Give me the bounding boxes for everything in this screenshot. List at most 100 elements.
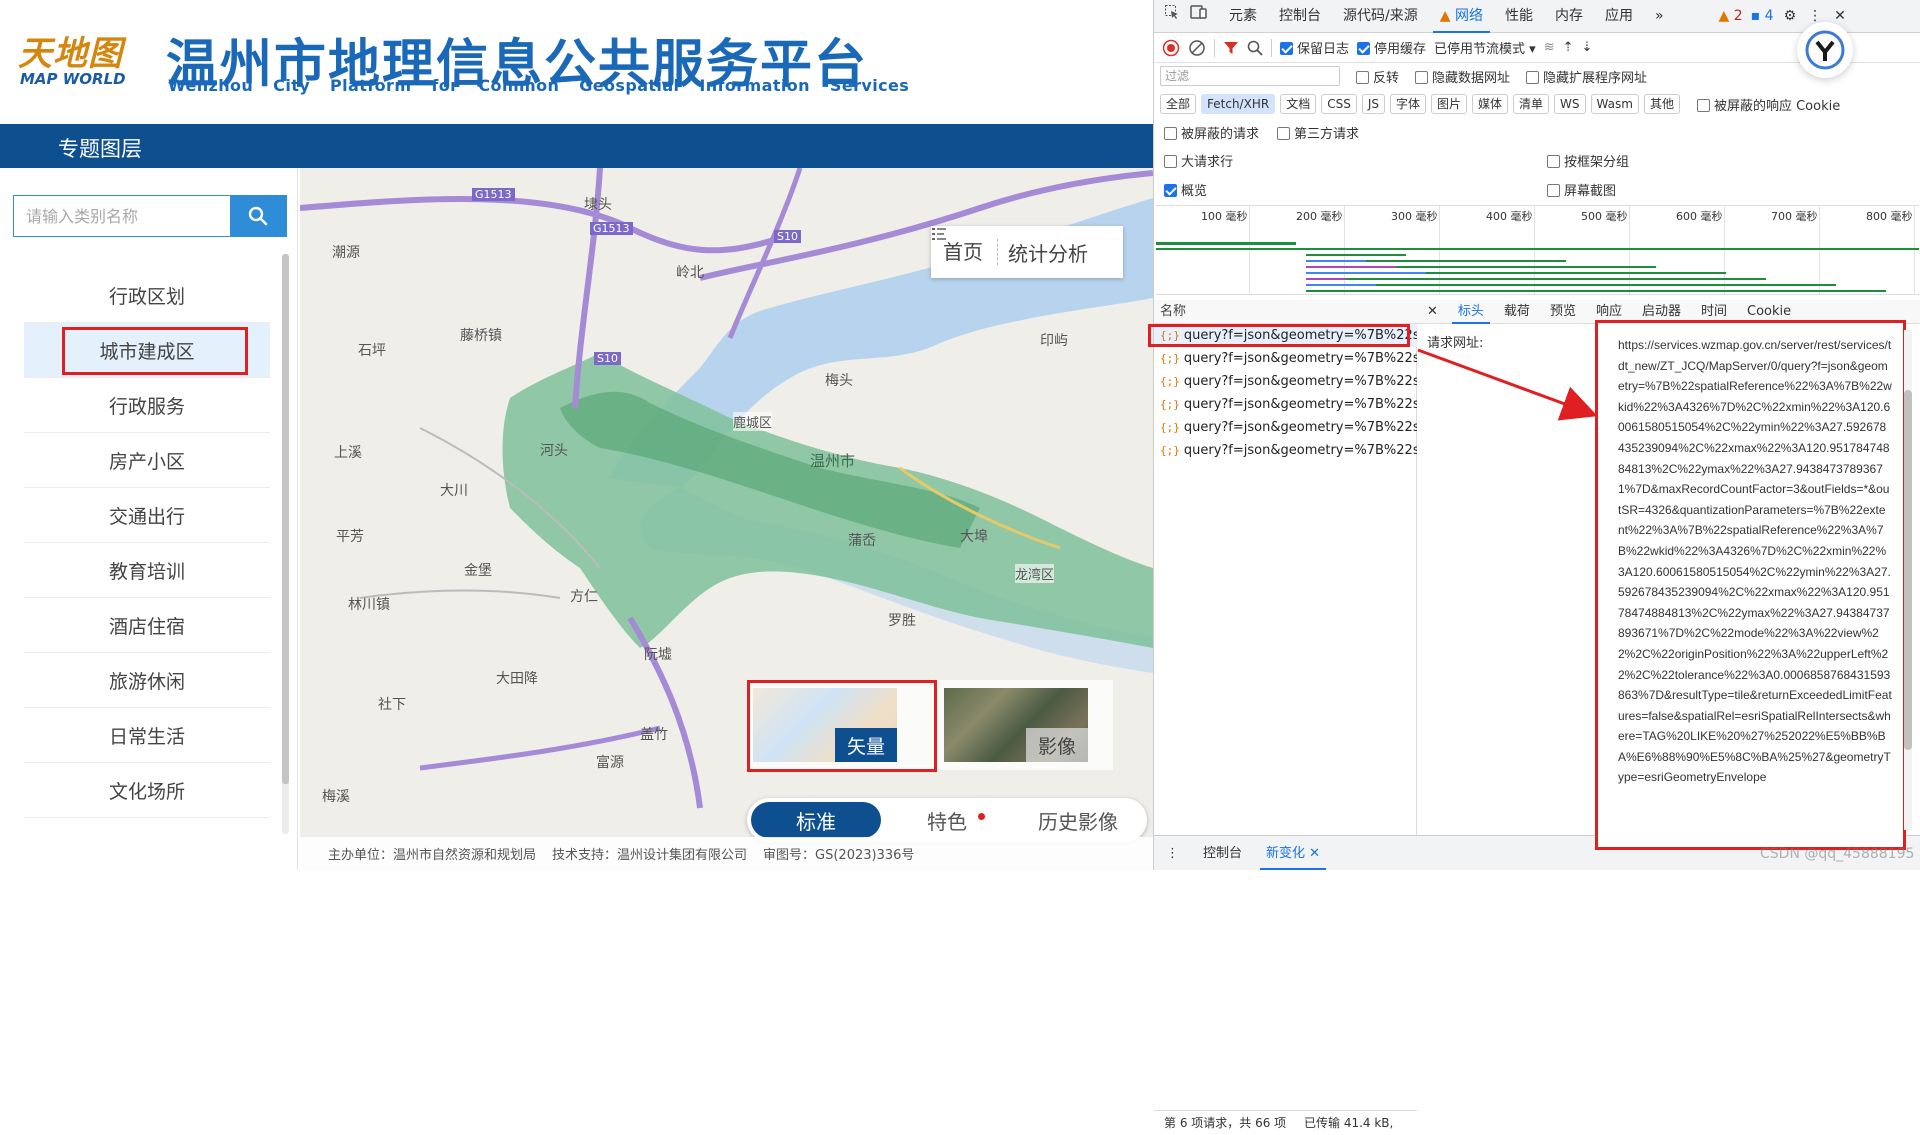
request-name: query?f=json&geometry=%7B%22sp... [1183, 443, 1417, 458]
category-search [13, 195, 287, 237]
tab-elements[interactable]: 元素 [1218, 0, 1268, 33]
detail-tab-preview[interactable]: 预览 [1540, 300, 1586, 324]
invert-checkbox[interactable]: 反转 [1356, 67, 1399, 86]
blocked-requests-checkbox[interactable]: 被屏蔽的请求 [1164, 123, 1259, 142]
clear-icon[interactable] [1188, 39, 1206, 57]
inspect-icon[interactable] [1154, 0, 1186, 33]
close-tab-icon: ✕ [1309, 845, 1321, 861]
basemap-image-label: 影像 [1026, 728, 1088, 762]
group-frame-checkbox[interactable]: 按框架分组 [1547, 151, 1629, 170]
home-button[interactable]: 首页 [931, 239, 998, 265]
map-label-place: 潮源 [332, 245, 360, 261]
stats-label: 统计分析 [1008, 241, 1088, 266]
site-logo[interactable]: 天地图 [18, 26, 123, 75]
type-other[interactable]: 其他 [1643, 94, 1680, 114]
type-wasm[interactable]: Wasm [1590, 94, 1639, 114]
type-doc[interactable]: 文档 [1280, 94, 1317, 114]
tab-network[interactable]: ▲ 网络 [1429, 0, 1494, 33]
type-css[interactable]: CSS [1321, 94, 1357, 114]
request-row[interactable]: {;} query?f=json&geometry=%7B%22sp... [1154, 370, 1417, 393]
type-ws[interactable]: WS [1554, 94, 1586, 114]
filter-icon[interactable] [1223, 40, 1239, 56]
type-media[interactable]: 媒体 [1472, 94, 1509, 114]
detail-tab-headers[interactable]: 标头 [1448, 300, 1494, 324]
type-img[interactable]: 图片 [1431, 94, 1468, 114]
type-js[interactable]: JS [1361, 94, 1385, 114]
third-party-checkbox[interactable]: 第三方请求 [1277, 123, 1359, 142]
search-icon [248, 206, 268, 226]
category-item[interactable]: 行政区划 [24, 268, 270, 323]
category-item-active[interactable]: 城市建成区 [24, 323, 270, 378]
import-icon[interactable]: ⇡ [1563, 40, 1574, 55]
drawer-menu-icon[interactable]: ⋮ [1154, 837, 1191, 870]
category-item[interactable]: 文化场所 [24, 763, 270, 818]
tab-console[interactable]: 控制台 [1268, 0, 1332, 33]
hide-data-urls-checkbox[interactable]: 隐藏数据网址 [1415, 67, 1510, 86]
category-item[interactable]: 酒店住宿 [24, 598, 270, 653]
detail-tab-payload[interactable]: 载荷 [1494, 300, 1540, 324]
category-item[interactable]: 行政服务 [24, 378, 270, 433]
name-column-header[interactable]: 名称 [1154, 300, 1417, 324]
basemap-image[interactable]: 影像 [944, 688, 1088, 762]
search-icon[interactable] [1247, 40, 1263, 56]
assistant-badge[interactable] [1797, 22, 1853, 78]
tab-application[interactable]: 应用 [1594, 0, 1644, 33]
type-manifest[interactable]: 清单 [1513, 94, 1550, 114]
type-font[interactable]: 字体 [1389, 94, 1426, 114]
map-label-place: 社下 [378, 697, 406, 713]
throttle-select[interactable]: 已停用节流模式 ▾ [1434, 38, 1536, 57]
style-feature[interactable]: 特色 [882, 802, 1012, 838]
map-label-place: 印屿 [1040, 333, 1068, 349]
style-history[interactable]: 历史影像 [1013, 802, 1143, 838]
category-item[interactable]: 教育培训 [24, 543, 270, 598]
screenshots-checkbox[interactable]: 屏幕截图 [1547, 180, 1616, 199]
request-row[interactable]: {;} query?f=json&geometry=%7B%22sp... [1154, 393, 1417, 416]
blocked-cookies-checkbox[interactable]: 被屏蔽的响应 Cookie [1696, 95, 1840, 114]
category-item[interactable]: 交通出行 [24, 488, 270, 543]
wifi-icon[interactable]: ≋ [1544, 40, 1555, 55]
overview-checkbox[interactable]: 概览 [1164, 180, 1547, 199]
timeline-bars [1156, 242, 1919, 292]
request-url-box[interactable]: https://services.wzmap.gov.cn/server/res… [1595, 320, 1906, 850]
drawer-tab-changes[interactable]: 新变化 ✕ [1254, 837, 1332, 870]
sidebar-scrollbar-thumb[interactable] [282, 254, 289, 784]
close-detail-icon[interactable]: ✕ [1417, 300, 1448, 324]
tab-memory[interactable]: 内存 [1544, 0, 1594, 33]
request-name: query?f=json&geometry=%7B%22sp... [1183, 397, 1417, 412]
request-row[interactable]: {;} query?f=json&geometry=%7B%22sp... [1154, 439, 1417, 462]
large-rows-checkbox[interactable]: 大请求行 [1164, 151, 1547, 170]
detail-scrollbar[interactable] [1904, 330, 1912, 830]
request-list: 名称 {;} query?f=json&geometry=%7B%22sp... … [1154, 300, 1417, 1130]
style-standard[interactable]: 标准 [751, 802, 881, 838]
disable-cache-checkbox[interactable]: 停用缓存 [1357, 38, 1426, 57]
message-count[interactable]: ▪ 4 [1747, 0, 1778, 33]
export-icon[interactable]: ⇣ [1582, 40, 1593, 55]
category-item[interactable]: 房产小区 [24, 433, 270, 488]
type-all[interactable]: 全部 [1160, 94, 1197, 114]
more-tabs-icon[interactable]: » [1644, 0, 1675, 33]
request-name: query?f=json&geometry=%7B%22sp... [1183, 351, 1417, 366]
tab-performance[interactable]: 性能 [1494, 0, 1544, 33]
category-item[interactable]: 日常生活 [24, 708, 270, 763]
request-row[interactable]: {;} query?f=json&geometry=%7B%22sp... [1154, 347, 1417, 370]
warning-count[interactable]: ▲ 2 [1715, 0, 1747, 33]
tab-sources[interactable]: 源代码/来源 [1332, 0, 1429, 33]
topic-layer-title: 专题图层 [58, 137, 142, 161]
drawer-tab-console[interactable]: 控制台 [1191, 837, 1254, 870]
stats-button[interactable]: 统计分析 [932, 228, 1088, 267]
type-fetch-xhr[interactable]: Fetch/XHR [1201, 94, 1276, 114]
new-badge-dot [978, 813, 985, 820]
category-search-input[interactable] [14, 196, 232, 236]
network-overview-timeline[interactable]: 100 毫秒 200 毫秒 300 毫秒 400 毫秒 500 毫秒 600 毫… [1156, 205, 1919, 295]
device-toggle-icon[interactable] [1186, 0, 1218, 33]
preserve-log-checkbox[interactable]: 保留日志 [1280, 38, 1349, 57]
map-canvas[interactable]: G1513 G1513 S10 S10 埭头 潮源 岭北 藤桥镇 石坪 梅头 印… [300, 168, 1153, 870]
site-logo-en: MAP WORLD [20, 70, 126, 88]
hide-ext-urls-checkbox[interactable]: 隐藏扩展程序网址 [1526, 67, 1647, 86]
request-row[interactable]: {;} query?f=json&geometry=%7B%22sp... [1154, 416, 1417, 439]
filter-input[interactable]: 过滤 [1160, 66, 1340, 86]
search-button[interactable] [230, 196, 286, 236]
record-stop-icon[interactable] [1162, 39, 1180, 57]
settings-gear-icon[interactable]: ⚙ [1778, 0, 1803, 33]
category-item[interactable]: 旅游休闲 [24, 653, 270, 708]
